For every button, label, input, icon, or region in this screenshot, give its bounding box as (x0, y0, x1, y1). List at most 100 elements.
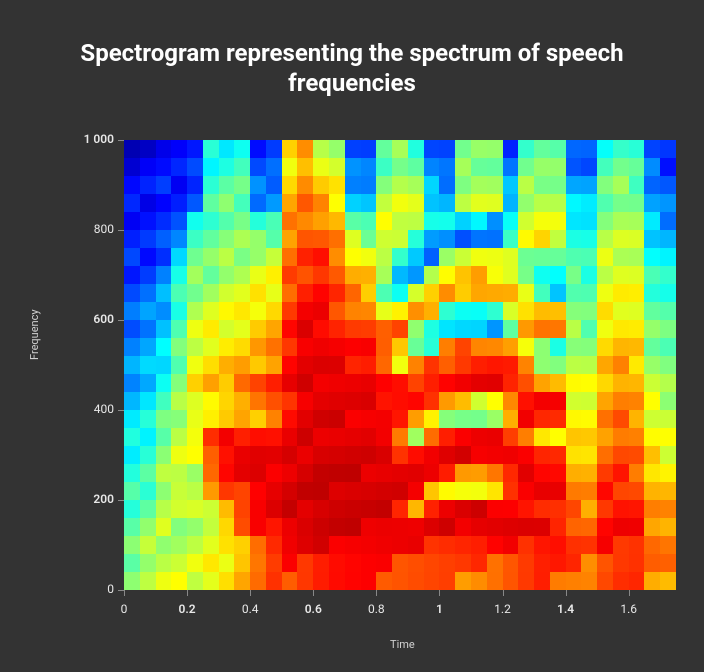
heatmap-cell (392, 392, 408, 410)
heatmap-cell (629, 284, 645, 302)
x-tick-mark (566, 590, 567, 596)
heatmap-cell (234, 284, 250, 302)
heatmap-cell (203, 554, 219, 572)
heatmap-cell (518, 194, 534, 212)
heatmap-cell (313, 410, 329, 428)
heatmap-cell (376, 428, 392, 446)
heatmap-cell (250, 284, 266, 302)
heatmap-cell (392, 284, 408, 302)
heatmap-cell (313, 284, 329, 302)
heatmap-cell (392, 266, 408, 284)
heatmap-cell (376, 194, 392, 212)
heatmap-cell (266, 158, 282, 176)
heatmap-cell (234, 320, 250, 338)
heatmap-cell (597, 284, 613, 302)
heatmap-cell (266, 374, 282, 392)
x-tick-label: 0.6 (293, 602, 333, 616)
heatmap-cell (424, 284, 440, 302)
heatmap-cell (487, 230, 503, 248)
heatmap-cell (219, 554, 235, 572)
heatmap-cell (329, 230, 345, 248)
heatmap-cell (518, 212, 534, 230)
heatmap-cell (566, 230, 582, 248)
heatmap-cell (660, 464, 676, 482)
heatmap-cell (597, 482, 613, 500)
heatmap-cell (487, 374, 503, 392)
heatmap-cell (361, 356, 377, 374)
heatmap-cell (376, 446, 392, 464)
heatmap-cell (518, 248, 534, 266)
heatmap-cell (234, 500, 250, 518)
heatmap-cell (124, 572, 140, 590)
heatmap-cell (392, 212, 408, 230)
heatmap-cell (345, 410, 361, 428)
heatmap-cell (408, 536, 424, 554)
x-tick-label: 1.2 (483, 602, 523, 616)
heatmap-cell (550, 266, 566, 284)
heatmap-cell (471, 284, 487, 302)
heatmap-cell (503, 518, 519, 536)
heatmap-cell (345, 158, 361, 176)
heatmap-cell (297, 518, 313, 536)
heatmap-cell (597, 518, 613, 536)
heatmap-cell (613, 302, 629, 320)
heatmap-cell (203, 176, 219, 194)
heatmap-cell (297, 140, 313, 158)
heatmap-cell (329, 428, 345, 446)
heatmap-cell (234, 230, 250, 248)
heatmap-cell (187, 158, 203, 176)
heatmap-cell (613, 518, 629, 536)
heatmap-cell (313, 248, 329, 266)
heatmap-cell (644, 338, 660, 356)
heatmap-cell (171, 158, 187, 176)
x-tick-mark (439, 590, 440, 596)
heatmap-cell (234, 554, 250, 572)
heatmap-cell (313, 446, 329, 464)
heatmap-cell (550, 158, 566, 176)
heatmap-cell (219, 338, 235, 356)
heatmap-cell (455, 284, 471, 302)
heatmap-cell (629, 320, 645, 338)
heatmap-cell (361, 428, 377, 446)
heatmap-cell (455, 464, 471, 482)
heatmap-cell (392, 302, 408, 320)
heatmap-cell (613, 500, 629, 518)
heatmap-cell (171, 194, 187, 212)
heatmap-cell (644, 194, 660, 212)
heatmap-cell (250, 446, 266, 464)
heatmap-cell (534, 446, 550, 464)
heatmap-cell (297, 176, 313, 194)
heatmap-cell (455, 392, 471, 410)
heatmap-cell (124, 266, 140, 284)
heatmap-cell (297, 158, 313, 176)
heatmap-cell (644, 320, 660, 338)
heatmap-cell (313, 428, 329, 446)
heatmap-cell (250, 356, 266, 374)
heatmap-cell (392, 230, 408, 248)
heatmap-cell (455, 338, 471, 356)
heatmap-cell (644, 446, 660, 464)
heatmap-cell (203, 572, 219, 590)
heatmap-cell (503, 338, 519, 356)
heatmap-cell (660, 230, 676, 248)
heatmap-cell (392, 446, 408, 464)
heatmap-cell (597, 500, 613, 518)
heatmap-cell (534, 320, 550, 338)
heatmap-cell (487, 554, 503, 572)
heatmap-cell (550, 374, 566, 392)
heatmap-cell (282, 446, 298, 464)
heatmap-cell (313, 212, 329, 230)
heatmap-cell (234, 194, 250, 212)
heatmap-cell (550, 230, 566, 248)
heatmap-cell (534, 248, 550, 266)
heatmap-cell (644, 410, 660, 428)
heatmap-cell (503, 212, 519, 230)
heatmap-cell (408, 464, 424, 482)
heatmap-cell (581, 554, 597, 572)
heatmap-cell (408, 230, 424, 248)
heatmap-cell (613, 320, 629, 338)
heatmap-cell (171, 338, 187, 356)
heatmap-cell (219, 158, 235, 176)
heatmap-cell (187, 248, 203, 266)
heatmap-cell (219, 356, 235, 374)
